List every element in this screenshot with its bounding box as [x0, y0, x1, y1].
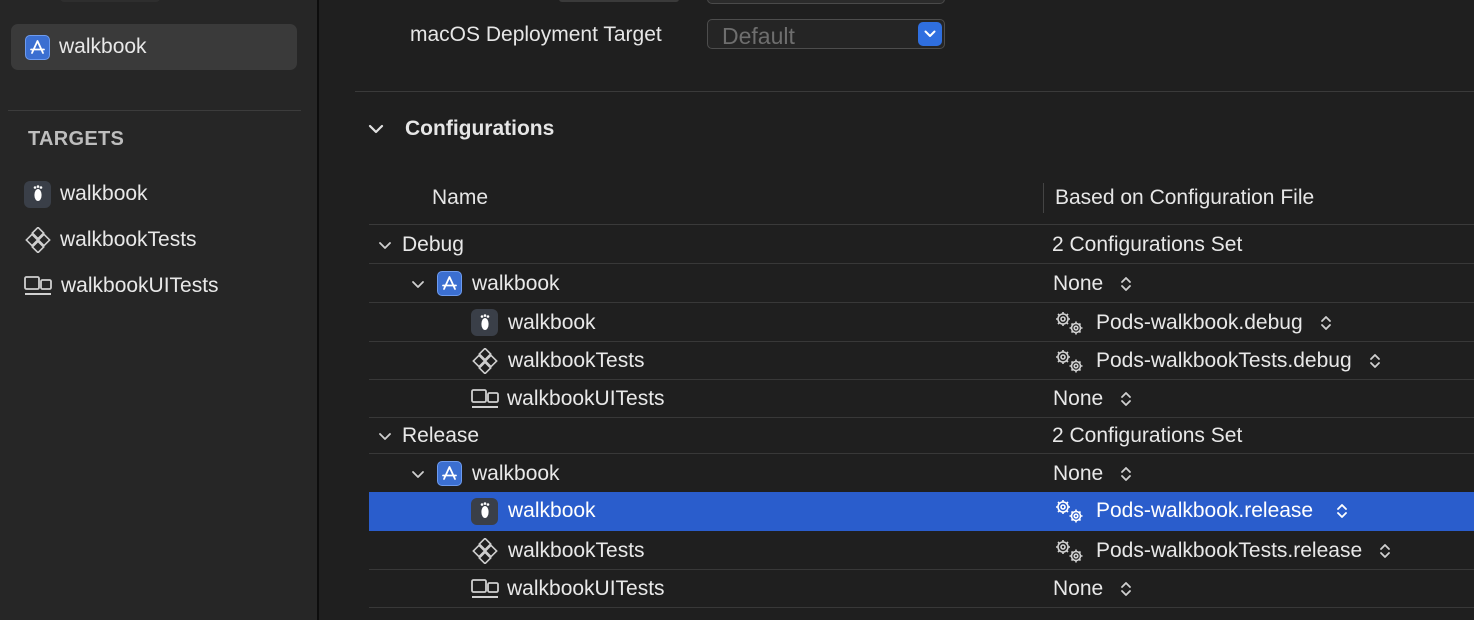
chevron-down-icon[interactable] [409, 275, 427, 293]
config-target-row[interactable]: walkbookUITests None [369, 570, 1474, 608]
config-target-row-selected[interactable]: walkbook Pods-walkbook.release [369, 492, 1474, 531]
test-diamond-icon [471, 347, 498, 374]
config-target-row[interactable]: walkbookTests Pods-walkbookTests.debug [369, 342, 1474, 380]
deployment-target-label: macOS Deployment Target [410, 23, 662, 46]
build-settings-editor: macOS Deployment Target Default Configur… [319, 0, 1474, 620]
configurations-table: Name Based on Configuration File Debug 2… [369, 175, 1474, 608]
clipped-sidebar-item [60, 0, 160, 2]
sidebar-target-walkbookuitests[interactable]: walkbookUITests [24, 271, 219, 301]
ui-test-icon [471, 388, 499, 410]
targets-section-header: TARGETS [28, 128, 125, 150]
config-target-row[interactable]: walkbookTests Pods-walkbookTests.release [369, 532, 1474, 570]
column-header-based-on[interactable]: Based on Configuration File [1055, 186, 1314, 210]
up-down-arrows-icon[interactable] [1368, 351, 1382, 371]
chevron-down-icon[interactable] [918, 22, 942, 46]
chevron-down-icon[interactable] [409, 465, 427, 483]
column-header-name[interactable]: Name [432, 186, 488, 210]
test-diamond-icon [471, 537, 498, 564]
deployment-target-value: Default [722, 23, 795, 49]
config-target-row[interactable]: walkbookUITests None [369, 380, 1474, 418]
configurations-title: Configurations [405, 117, 555, 140]
sidebar-target-label: walkbookTests [60, 228, 197, 251]
gear-pair-icon [1052, 497, 1088, 525]
config-file-value: None [1053, 461, 1104, 485]
sidebar-project-walkbook[interactable]: walkbook [11, 24, 297, 70]
config-file-value: Pods-walkbookTests.release [1096, 538, 1363, 562]
ui-test-icon [471, 578, 499, 600]
sidebar-target-label: walkbook [60, 182, 148, 205]
up-down-arrows-icon[interactable] [1119, 274, 1133, 294]
up-down-arrows-icon[interactable] [1119, 579, 1133, 599]
config-target-name: walkbookUITests [507, 386, 665, 410]
column-divider[interactable] [1043, 183, 1044, 213]
up-down-arrows-icon[interactable] [1378, 541, 1392, 561]
table-header: Name Based on Configuration File [369, 175, 1474, 225]
section-divider [355, 91, 1474, 92]
configurations-section-header[interactable]: Configurations [367, 117, 554, 141]
config-file-value: Pods-walkbookTests.debug [1096, 348, 1352, 372]
config-project-row[interactable]: walkbook None [369, 265, 1474, 303]
config-file-value: None [1053, 386, 1104, 410]
up-down-arrows-icon[interactable] [1119, 464, 1133, 484]
sidebar-divider [8, 110, 301, 111]
config-target-name: walkbook [508, 499, 596, 522]
clipped-setting-popup[interactable] [707, 0, 945, 4]
chevron-down-icon[interactable] [367, 120, 385, 138]
config-target-name: walkbookTests [508, 538, 645, 562]
gear-pair-icon [1052, 309, 1088, 337]
config-file-value: None [1053, 271, 1104, 295]
ui-test-icon [24, 275, 52, 297]
config-group-summary: 2 Configurations Set [1052, 232, 1243, 256]
config-project-name: walkbook [472, 271, 560, 295]
config-group-name: Debug [402, 232, 464, 256]
up-down-arrows-icon[interactable] [1319, 313, 1333, 333]
config-target-name: walkbookTests [508, 348, 645, 372]
clipped-setting-label [559, 0, 679, 2]
project-navigator-sidebar: walkbook TARGETS walkbook walkbookTests … [0, 0, 317, 620]
config-group-summary: 2 Configurations Set [1052, 423, 1243, 447]
app-store-icon [437, 271, 462, 296]
deployment-target-popup[interactable]: Default [707, 19, 945, 49]
xcode-window: walkbook TARGETS walkbook walkbookTests … [0, 0, 1474, 620]
config-project-row[interactable]: walkbook None [369, 455, 1474, 493]
config-file-value: Pods-walkbook.release [1096, 499, 1314, 522]
sidebar-target-walkbook[interactable]: walkbook [24, 179, 148, 209]
sidebar-project-label: walkbook [59, 35, 147, 58]
app-store-icon [437, 461, 462, 486]
config-target-name: walkbook [508, 310, 596, 334]
up-down-arrows-icon[interactable] [1335, 501, 1349, 521]
sidebar-target-walkbooktests[interactable]: walkbookTests [24, 225, 197, 255]
footprint-icon [24, 180, 51, 208]
gear-pair-icon [1052, 537, 1088, 565]
chevron-down-icon[interactable] [376, 236, 394, 254]
test-diamond-icon [24, 227, 51, 254]
config-target-name: walkbookUITests [507, 576, 665, 600]
sidebar-target-label: walkbookUITests [61, 274, 219, 297]
chevron-down-icon[interactable] [376, 427, 394, 445]
config-file-value: None [1053, 576, 1104, 600]
config-group-row-release[interactable]: Release 2 Configurations Set [369, 418, 1474, 454]
up-down-arrows-icon[interactable] [1119, 389, 1133, 409]
app-store-icon [25, 34, 50, 60]
config-target-row[interactable]: walkbook Pods-walkbook.debug [369, 304, 1474, 342]
footprint-icon [471, 309, 498, 336]
footprint-icon [471, 497, 498, 525]
config-group-name: Release [402, 423, 480, 447]
config-group-row-debug[interactable]: Debug 2 Configurations Set [369, 226, 1474, 264]
config-project-name: walkbook [472, 461, 560, 485]
gear-pair-icon [1052, 347, 1088, 375]
config-file-value: Pods-walkbook.debug [1096, 310, 1303, 334]
